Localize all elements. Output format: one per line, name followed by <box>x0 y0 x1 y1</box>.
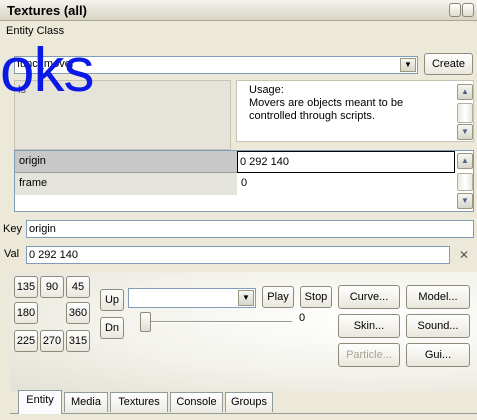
media-select[interactable]: ▼ <box>128 288 256 308</box>
property-key-origin[interactable]: origin <box>15 151 237 173</box>
property-value-frame[interactable]: 0 <box>237 173 455 195</box>
skin-button[interactable]: Skin... <box>338 314 400 338</box>
tab-media[interactable]: Media <box>64 392 108 412</box>
angle-90-button[interactable]: 90 <box>40 276 64 298</box>
close-icon[interactable]: ✕ <box>455 246 473 264</box>
angle-45-button[interactable]: 45 <box>66 276 90 298</box>
angle-270-button[interactable]: 270 <box>40 330 64 352</box>
tab-console[interactable]: Console <box>170 392 223 412</box>
property-key-frame[interactable]: frame <box>15 173 237 195</box>
close-button[interactable] <box>462 3 474 17</box>
slider-track[interactable] <box>142 321 292 323</box>
val-label: Val <box>4 248 20 260</box>
property-value-origin[interactable]: 0 292 140 <box>237 151 455 173</box>
chevron-down-icon[interactable]: ▼ <box>457 193 473 209</box>
chevron-up-icon[interactable]: ▲ <box>457 84 473 100</box>
angle-135-button[interactable]: 135 <box>14 276 38 298</box>
properties-grid[interactable]: origin 0 292 140 frame 0 ▲ ▼ <box>14 150 474 212</box>
up-button[interactable]: Up <box>100 289 124 311</box>
slider-thumb[interactable] <box>140 312 151 332</box>
usage-text: Movers are objects meant to be controlle… <box>249 97 404 122</box>
create-button[interactable]: Create <box>424 53 473 75</box>
key-label: Key <box>3 223 22 235</box>
gui-button[interactable]: Gui... <box>406 343 470 367</box>
angle-360-button[interactable]: 360 <box>66 302 90 324</box>
tab-entity[interactable]: Entity <box>18 390 62 414</box>
chevron-down-icon[interactable]: ▼ <box>457 124 473 140</box>
usage-scrollbar-thumb[interactable] <box>457 103 473 123</box>
angle-180-button[interactable]: 180 <box>14 302 38 324</box>
sound-button[interactable]: Sound... <box>406 314 470 338</box>
stop-button[interactable]: Stop <box>300 286 332 308</box>
tab-baseline <box>10 413 477 414</box>
slider-value: 0 <box>299 312 306 324</box>
model-button[interactable]: Model... <box>406 285 470 309</box>
overlay-text: oks <box>0 36 94 105</box>
usage-box: Usage: Movers are objects meant to be co… <box>236 80 474 142</box>
properties-scrollbar-thumb[interactable] <box>457 173 473 191</box>
chevron-up-icon[interactable]: ▲ <box>457 153 473 169</box>
angle-315-button[interactable]: 315 <box>66 330 90 352</box>
key-input[interactable]: origin <box>26 220 474 238</box>
down-button[interactable]: Dn <box>100 317 124 339</box>
chevron-down-icon[interactable]: ▼ <box>238 290 254 306</box>
curve-button[interactable]: Curve... <box>338 285 400 309</box>
restore-button[interactable] <box>449 3 461 17</box>
usage-heading: Usage: <box>249 84 284 96</box>
tab-groups[interactable]: Groups <box>225 392 273 412</box>
tab-textures[interactable]: Textures <box>110 392 168 412</box>
particle-button: Particle... <box>338 343 400 367</box>
window-title: Textures (all) <box>7 3 87 18</box>
chevron-down-icon[interactable]: ▼ <box>400 58 416 72</box>
angle-225-button[interactable]: 225 <box>14 330 38 352</box>
play-button[interactable]: Play <box>262 286 294 308</box>
val-input[interactable]: 0 292 140 <box>26 246 450 264</box>
